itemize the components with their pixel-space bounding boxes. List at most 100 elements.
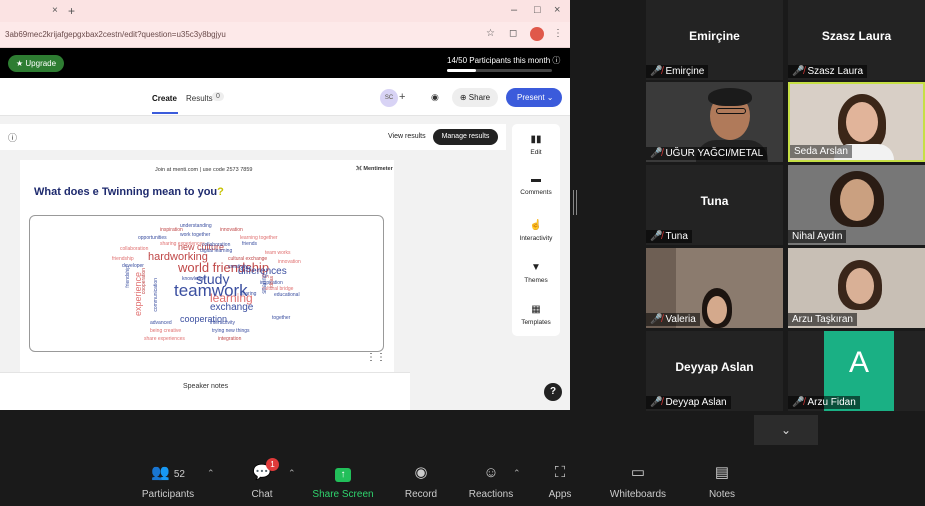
- word-cloud-word: integration: [218, 336, 242, 342]
- word-cloud-word: friends: [242, 241, 258, 247]
- mic-off-icon: 🎤̸: [650, 66, 663, 77]
- notes-icon: ▤: [714, 464, 730, 481]
- word-cloud-word: trying new things: [212, 328, 250, 334]
- mentimeter-header: ★ Upgrade 14/50 Participants this month …: [0, 48, 570, 78]
- collaborator-avatar[interactable]: SC: [380, 89, 398, 107]
- participant-tile[interactable]: Deyyap Aslan 🎤̸ Deyyap Aslan: [646, 331, 783, 411]
- minimize-icon[interactable]: –: [511, 4, 517, 16]
- interactivity-icon: ☝: [529, 220, 543, 231]
- mic-off-icon: 🎤̸: [650, 231, 663, 242]
- maximize-icon[interactable]: □: [534, 4, 541, 16]
- bookmark-star-icon[interactable]: ☆: [486, 28, 495, 39]
- whiteboards-button[interactable]: ▭ Whiteboards: [600, 454, 676, 506]
- question-title: What does e Twinning mean to you?: [34, 186, 224, 198]
- participant-video-tile[interactable]: 🎤̸ UĞUR YAĞCI/METAL: [646, 82, 783, 162]
- participant-tile[interactable]: Emirçine 🎤̸ Emirçine: [646, 0, 783, 80]
- side-interactivity[interactable]: ☝ Interactivity: [512, 220, 560, 242]
- shared-screen: × + – □ × 3ab69mec2krijafgepgxbax2cestn/…: [0, 0, 570, 410]
- view-results-link[interactable]: View results: [388, 133, 426, 140]
- participant-name: Deyyap Aslan: [675, 360, 754, 374]
- tab-close-icon[interactable]: ×: [52, 5, 58, 16]
- whiteboard-icon: ▭: [630, 464, 646, 481]
- chevron-down-icon[interactable]: ⌄: [754, 415, 818, 445]
- participants-progress-bar: [447, 69, 552, 72]
- record-icon: ◉: [414, 464, 428, 481]
- reactions-button[interactable]: ☺ Reactions: [462, 454, 520, 506]
- chat-button[interactable]: 💬 Chat 1: [242, 454, 282, 506]
- share-screen-button[interactable]: ↑ Share Screen: [308, 454, 378, 506]
- present-button[interactable]: Present ⌄: [506, 88, 562, 107]
- word-cloud-word: sharing: [262, 274, 268, 294]
- record-button[interactable]: ◉ Record: [398, 454, 444, 506]
- slide-options-icon[interactable]: ⋮⋮: [366, 352, 386, 363]
- share-screen-icon: ↑: [308, 462, 378, 484]
- active-tab-indicator: [152, 112, 178, 114]
- help-button[interactable]: ?: [544, 383, 562, 401]
- participant-label: 🎤̸ Valeria: [646, 313, 700, 326]
- word-cloud-word: ideas: [269, 276, 275, 288]
- extensions-icon[interactable]: ◻: [509, 28, 517, 39]
- participant-tile[interactable]: Tuna 🎤̸ Tuna: [646, 165, 783, 245]
- participant-tile[interactable]: A 🎤̸ Arzu Fidan: [788, 331, 925, 411]
- side-edit[interactable]: ▮▮ Edit: [512, 134, 560, 156]
- participant-video-tile[interactable]: 🎤̸ Valeria: [646, 248, 783, 328]
- word-cloud-word: work together: [180, 232, 211, 238]
- participant-video-tile-active[interactable]: Seda Arslan: [788, 82, 925, 162]
- participant-video-tile[interactable]: Nihal Aydın: [788, 165, 925, 245]
- upgrade-button[interactable]: ★ Upgrade: [8, 55, 65, 72]
- participant-tile[interactable]: Szasz Laura 🎤̸ Szasz Laura: [788, 0, 925, 80]
- speaker-notes-bar[interactable]: Speaker notes: [0, 372, 410, 410]
- url-text[interactable]: 3ab69mec2krijafgepgxbax2cestn/edit?quest…: [5, 30, 226, 39]
- share-button[interactable]: ⊕ Share: [452, 88, 498, 107]
- word-cloud-word: understanding: [180, 223, 212, 229]
- new-tab-icon[interactable]: +: [68, 4, 75, 18]
- apps-icon: ⛶: [554, 464, 566, 481]
- side-comments[interactable]: ▬ Comments: [512, 174, 560, 196]
- word-cloud-word: innovation: [220, 227, 243, 233]
- word-cloud-word: innovation: [278, 259, 301, 265]
- meeting-toolbar: 👥 52 Participants ⌃ 💬 Chat 1 ⌃ ↑ Share S…: [0, 454, 925, 506]
- mic-off-icon: 🎤̸: [650, 148, 663, 159]
- word-cloud-word: educational: [274, 292, 300, 298]
- word-cloud-word: advanced: [150, 320, 172, 326]
- notes-button[interactable]: ▤ Notes: [700, 454, 744, 506]
- reactions-caret-icon[interactable]: ⌃: [513, 468, 521, 479]
- browser-menu-icon[interactable]: ⋮: [553, 28, 563, 39]
- slide-preview[interactable]: Join at menti.com | use code 2573 7859 ℳ…: [20, 160, 394, 372]
- split-handle[interactable]: [573, 190, 577, 215]
- add-collaborator-icon[interactable]: +: [399, 91, 405, 103]
- address-bar[interactable]: 3ab69mec2krijafgepgxbax2cestn/edit?quest…: [0, 22, 570, 48]
- participant-label: 🎤̸ Emirçine: [646, 65, 709, 78]
- participant-label: Seda Arslan: [790, 145, 852, 158]
- word-cloud: inspiration understanding innovation work t…: [29, 215, 384, 352]
- manage-results-button[interactable]: Manage results: [433, 129, 498, 145]
- participant-label: 🎤̸ Arzu Fidan: [788, 396, 860, 409]
- side-themes[interactable]: ▼ Themes: [512, 262, 560, 284]
- window-close-icon[interactable]: ×: [554, 4, 560, 16]
- apps-button[interactable]: ⛶ Apps: [540, 454, 580, 506]
- participant-video-tile[interactable]: Arzu Taşkıran: [788, 248, 925, 328]
- participant-label: 🎤̸ Szasz Laura: [788, 65, 868, 78]
- video-person: [840, 179, 874, 221]
- speaker-notes-label: Speaker notes: [183, 383, 229, 390]
- edit-icon: ▮▮: [530, 134, 542, 145]
- chat-badge: 1: [266, 458, 279, 471]
- word-cloud-word: team works: [265, 250, 291, 256]
- participants-month: 14/50 Participants this month ⓘ: [447, 56, 561, 65]
- word-cloud-word: cooperation: [141, 268, 147, 295]
- tab-create[interactable]: Create: [152, 94, 177, 103]
- video-person: [846, 268, 874, 304]
- mic-off-icon: 🎤̸: [650, 397, 663, 408]
- chat-caret-icon[interactable]: ⌃: [288, 468, 296, 479]
- participants-button[interactable]: 👥 52 Participants: [130, 454, 206, 506]
- preview-eye-icon[interactable]: ◉: [431, 92, 439, 103]
- side-panel: ▮▮ Edit ▬ Comments ☝ Interactivity ▼ Themes …: [512, 124, 560, 336]
- tab-results[interactable]: Results: [186, 94, 213, 103]
- participant-label: 🎤̸ UĞUR YAĞCI/METAL: [646, 147, 768, 160]
- participant-label: 🎤̸ Tuna: [646, 230, 692, 243]
- profile-avatar[interactable]: [530, 27, 544, 41]
- participant-name: Tuna: [700, 194, 729, 208]
- help-circle-icon[interactable]: ⓘ: [8, 131, 17, 144]
- side-templates[interactable]: ▦ Templates: [512, 304, 560, 326]
- participants-caret-icon[interactable]: ⌃: [207, 468, 215, 479]
